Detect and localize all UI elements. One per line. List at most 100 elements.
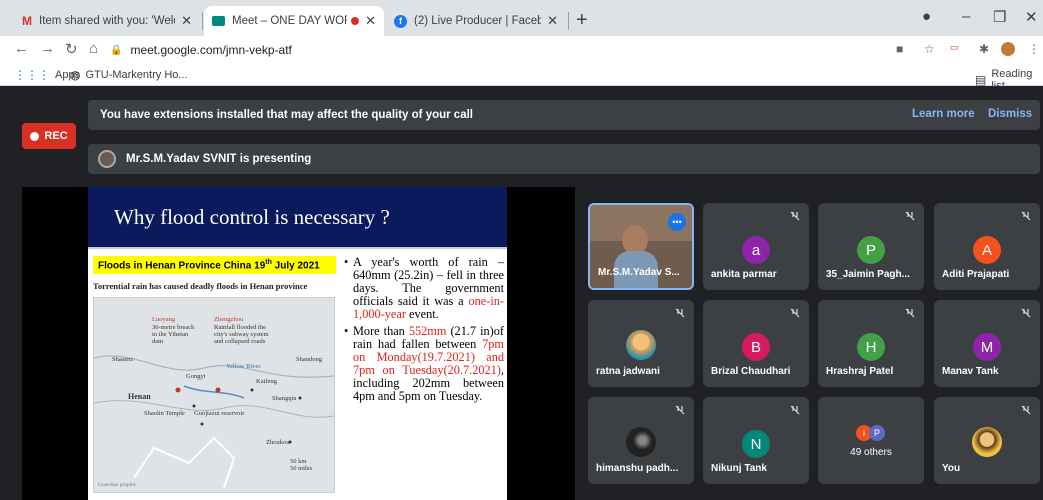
reload-icon[interactable]: ↻ <box>65 40 78 58</box>
map-label-shangqiu: Shangqiu <box>272 395 297 402</box>
participant-name: Hrashraj Patel <box>826 366 894 377</box>
participant-tile[interactable]: N Nikunj Tank <box>703 397 809 484</box>
divider <box>88 247 507 249</box>
bullet-1-end: event. <box>405 307 439 321</box>
bullet-2-highlight-1: 552mm <box>408 324 447 338</box>
slide-caption: Floods in Henan Province China 19th July… <box>93 256 336 274</box>
mic-off-icon <box>905 308 915 318</box>
slide-title: Why flood control is necessary ? <box>88 187 507 247</box>
flood-map: Luoyang 30-metre breach in the Yihetan d… <box>93 297 335 493</box>
camera-icon[interactable]: ■ <box>896 42 903 56</box>
map-scale-mi: 50 miles <box>290 465 313 472</box>
participant-tile-presenter[interactable]: ••• Mr.S.M.Yadav S... <box>588 203 694 290</box>
bookmark-gtu[interactable]: ◍ GTU-Markentry Ho... <box>70 68 188 82</box>
profile-dot-icon[interactable]: ● <box>922 8 931 25</box>
extensions-banner: You have extensions installed that may a… <box>88 100 1040 130</box>
participant-tile[interactable]: P 35_Jaimin Pagh... <box>818 203 924 290</box>
participant-name: 35_Jaimin Pagh... <box>826 269 910 280</box>
banner-message: You have extensions installed that may a… <box>100 109 473 121</box>
bullet-2-text: More than <box>353 324 409 338</box>
caption-end: July 2021 <box>271 260 320 272</box>
extension-icon[interactable]: ▭ <box>950 42 959 53</box>
tab-gmail[interactable]: M Item shared with you: 'Welcome ✕ <box>14 6 200 36</box>
map-label-shandong: Shandong <box>296 356 322 363</box>
participant-tile[interactable]: H Hrashraj Patel <box>818 300 924 387</box>
avatar: N <box>742 430 770 458</box>
tab-meet[interactable]: Meet – ONE DAY WORKSHO ✕ <box>204 6 384 36</box>
recording-badge: REC <box>22 123 76 149</box>
others-count: 49 others <box>850 447 892 458</box>
slide: Why flood control is necessary ? Floods … <box>88 187 507 500</box>
map-label-reservoir: Guojiazui reservoir <box>194 410 245 417</box>
participant-tile[interactable]: ratna jadwani <box>588 300 694 387</box>
participant-tile[interactable]: himanshu padh... <box>588 397 694 484</box>
avatar: A <box>973 236 1001 264</box>
close-icon[interactable]: ✕ <box>547 13 558 29</box>
participant-name: ankita parmar <box>711 269 777 280</box>
participant-tile[interactable]: B Brizal Chaudhari <box>703 300 809 387</box>
participant-name: Manav Tank <box>942 366 999 377</box>
presenter-avatar <box>98 150 116 168</box>
gmail-icon: M <box>22 14 32 28</box>
map-label-henan: Henan <box>128 392 151 401</box>
bullet-2: More than 552mm (21.7 in)of rain had fal… <box>344 325 504 403</box>
close-icon[interactable]: ✕ <box>365 13 376 29</box>
map-label-temple: Shaolin Temple <box>144 410 185 417</box>
more-options-icon[interactable]: ••• <box>668 213 686 231</box>
map-label-zhengzhou: Zhengzhou <box>214 316 244 323</box>
mic-off-icon <box>675 308 685 318</box>
home-icon[interactable]: ⌂ <box>89 40 98 57</box>
dismiss-button[interactable]: Dismiss <box>988 108 1032 120</box>
map-label-luoyang-desc: 30-metre breach in the Yihetan dam <box>152 324 195 345</box>
participant-name: himanshu padh... <box>596 463 679 474</box>
puzzle-icon[interactable]: ✱ <box>979 42 989 56</box>
star-icon[interactable]: ☆ <box>924 42 935 56</box>
globe-icon: ◍ <box>70 68 81 82</box>
avatar: P <box>857 236 885 264</box>
mic-off-icon <box>790 211 800 221</box>
avatar <box>626 330 656 360</box>
close-window-button[interactable]: ✕ <box>1025 8 1038 26</box>
tab-title: (2) Live Producer | Facebook <box>414 15 542 27</box>
map-title: Torrential rain has caused deadly floods… <box>93 281 308 291</box>
forward-icon[interactable]: → <box>40 40 55 57</box>
tab-facebook[interactable]: f (2) Live Producer | Facebook ✕ <box>386 6 566 36</box>
caption-main: Floods in Henan Province China 19 <box>98 260 266 272</box>
avatar <box>972 427 1002 457</box>
url-field[interactable]: 🔒 meet.google.com/jmn-vekp-atf <box>110 39 890 61</box>
caption-sup: th <box>265 259 272 266</box>
participant-tile-self[interactable]: You <box>934 397 1040 484</box>
new-tab-button[interactable]: + <box>576 9 588 32</box>
rec-label: REC <box>44 130 68 142</box>
presenting-text: Mr.S.M.Yadav SVNIT is presenting <box>126 153 312 165</box>
close-icon[interactable]: ✕ <box>181 13 192 29</box>
learn-more-link[interactable]: Learn more <box>912 108 975 120</box>
participant-name: ratna jadwani <box>596 366 660 377</box>
participant-tile[interactable]: A Aditi Prajapati <box>934 203 1040 290</box>
profile-avatar-icon[interactable] <box>1001 42 1015 59</box>
menu-icon[interactable]: ⋮ <box>1028 42 1040 56</box>
participant-name: You <box>942 463 961 474</box>
mic-off-icon <box>1021 211 1031 221</box>
participant-tile[interactable]: M Manav Tank <box>934 300 1040 387</box>
map-credit: Guardian graphic <box>98 482 137 488</box>
others-tile[interactable]: IP 49 others <box>818 397 924 484</box>
map-label-zhoukou: Zhoukou <box>266 439 290 446</box>
map-scale-km: 50 km <box>290 458 307 465</box>
mic-off-icon <box>790 405 800 415</box>
bookmarks-bar: ⋮⋮⋮ Apps ◍ GTU-Markentry Ho... ▤ Reading… <box>0 64 1043 92</box>
reading-list-icon: ▤ <box>975 73 987 87</box>
maximize-button[interactable]: ❐ <box>993 8 1006 26</box>
back-icon[interactable]: ← <box>14 40 29 57</box>
tab-title: Item shared with you: 'Welcome <box>39 15 175 27</box>
bullet-1: A year's worth of rain – 640mm (25.2in) … <box>344 256 504 321</box>
mic-off-icon <box>905 211 915 221</box>
minimize-button[interactable]: – <box>962 8 970 25</box>
map-label-kaifeng: Kaifeng <box>256 378 277 385</box>
avatar: P <box>869 425 885 441</box>
avatar: H <box>857 333 885 361</box>
mic-off-icon <box>1021 405 1031 415</box>
lock-icon: 🔒 <box>110 44 123 56</box>
participant-tile[interactable]: a ankita parmar <box>703 203 809 290</box>
others-avatars: IP <box>856 423 885 441</box>
